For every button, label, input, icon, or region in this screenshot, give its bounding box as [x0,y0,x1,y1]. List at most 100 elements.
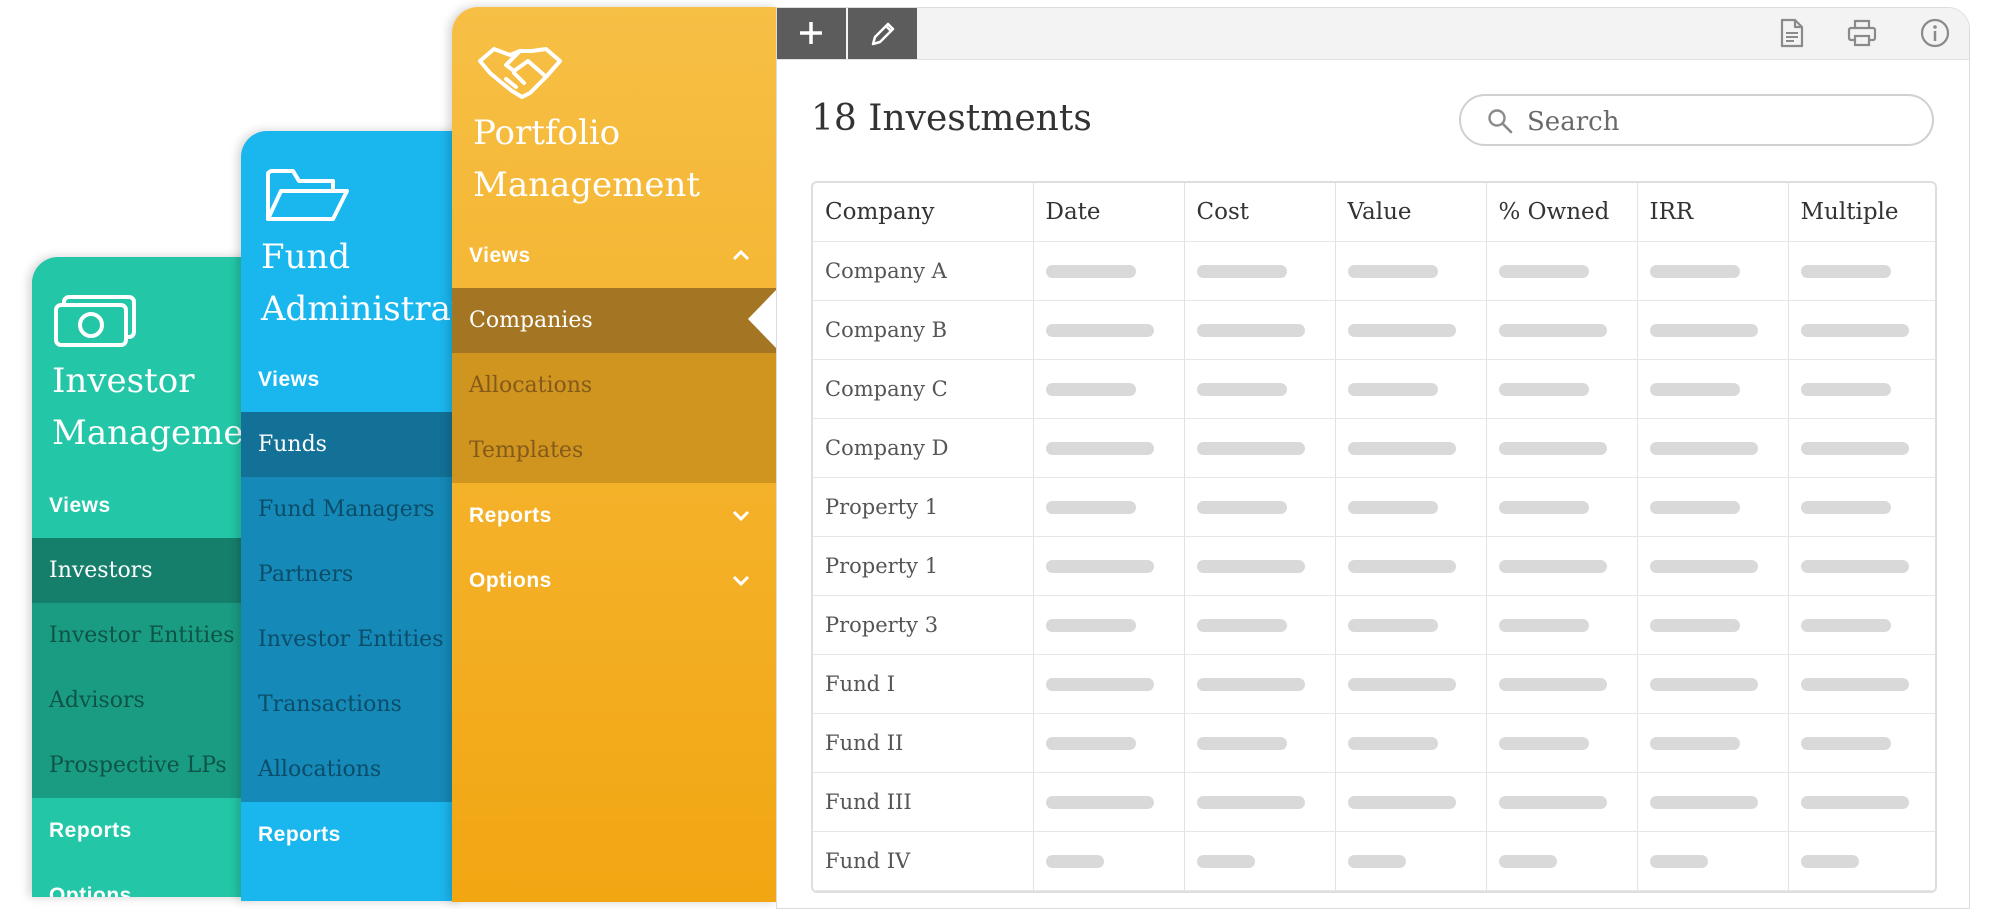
investor-management-panel: Investor Management Views Investors Inve… [32,257,252,897]
reports-header[interactable]: Reports [452,483,776,548]
search-input[interactable] [1525,104,1909,140]
column-header-multiple[interactable]: Multiple [1788,183,1935,242]
loading-placeholder-bar [1347,677,1456,691]
placeholder-cell [1335,241,1487,301]
table-row[interactable]: Fund II [813,713,1935,773]
loading-placeholder-bar [1347,500,1438,514]
options-header[interactable]: Options [452,548,776,613]
placeholder-cell [1486,831,1638,891]
nav-item-companies[interactable]: Companies [452,288,776,353]
nav-item-funds[interactable]: Funds [241,412,461,477]
table-row[interactable]: Company B [813,300,1935,360]
placeholder-cell [1184,241,1336,301]
placeholder-cell [1788,359,1935,419]
placeholder-cell [1184,477,1336,537]
column-header-value[interactable]: Value [1335,183,1487,242]
placeholder-cell [1184,831,1336,891]
handshake-icon [478,47,562,99]
loading-placeholder-bar [1347,559,1456,573]
loading-placeholder-bar [1649,618,1740,632]
loading-placeholder-bar [1045,264,1136,278]
placeholder-cell [1788,536,1935,596]
placeholder-cell [1637,772,1789,832]
column-header-date[interactable]: Date [1033,183,1185,242]
placeholder-cell [1033,300,1185,360]
nav-item-partners[interactable]: Partners [241,542,461,607]
print-icon[interactable] [1847,18,1877,48]
table-row[interactable]: Fund IV [813,831,1935,891]
edit-button[interactable] [848,8,917,59]
company-name-cell: Fund III [813,772,1034,832]
nav-item-allocations[interactable]: Allocations [452,353,776,418]
column-header-cost[interactable]: Cost [1184,183,1336,242]
loading-placeholder-bar [1498,618,1589,632]
views-header[interactable]: Views [241,347,461,412]
company-name-cell: Property 1 [813,477,1034,537]
placeholder-cell [1637,595,1789,655]
info-icon[interactable] [1919,17,1951,49]
placeholder-cell [1486,241,1638,301]
nav-item-advisors[interactable]: Advisors [32,668,252,733]
loading-placeholder-bar [1498,677,1607,691]
placeholder-cell [1335,595,1487,655]
placeholder-cell [1335,300,1487,360]
table-row[interactable]: Property 1 [813,477,1935,537]
main-window: 18 Investments Company Date Cost Value %… [776,7,1970,909]
nav-item-templates[interactable]: Templates [452,418,776,483]
search-box[interactable] [1459,94,1934,146]
placeholder-cell [1788,654,1935,714]
nav-item-investor-entities[interactable]: Investor Entities [32,603,252,668]
loading-placeholder-bar [1347,795,1456,809]
loading-placeholder-bar [1045,500,1136,514]
loading-placeholder-bar [1800,618,1891,632]
loading-placeholder-bar [1498,854,1557,868]
table-header-row: Company Date Cost Value % Owned IRR Mult… [813,183,1935,242]
nav-item-investor-entities[interactable]: Investor Entities [241,607,461,672]
nav-item-fund-managers[interactable]: Fund Managers [241,477,461,542]
table-row[interactable]: Fund III [813,772,1935,832]
nav-item-prospective-lps[interactable]: Prospective LPs [32,733,252,798]
nav-item-transactions[interactable]: Transactions [241,672,461,737]
chevron-down-icon [732,483,750,548]
views-header[interactable]: Views [452,223,776,288]
loading-placeholder-bar [1045,618,1136,632]
column-header-owned[interactable]: % Owned [1486,183,1638,242]
add-button[interactable] [777,8,846,59]
reports-header[interactable]: Reports [241,802,461,867]
placeholder-cell [1486,418,1638,478]
nav-item-investors[interactable]: Investors [32,538,252,603]
table-row[interactable]: Property 1 [813,536,1935,596]
loading-placeholder-bar [1649,323,1758,337]
table-row[interactable]: Fund I [813,654,1935,714]
column-header-irr[interactable]: IRR [1637,183,1789,242]
options-header[interactable]: Options [32,863,252,897]
views-header[interactable]: Views [32,473,252,538]
loading-placeholder-bar [1649,795,1758,809]
loading-placeholder-bar [1800,854,1859,868]
placeholder-cell [1637,713,1789,773]
loading-placeholder-bar [1498,500,1589,514]
loading-placeholder-bar [1800,559,1909,573]
loading-placeholder-bar [1347,441,1456,455]
placeholder-cell [1486,359,1638,419]
loading-placeholder-bar [1196,559,1305,573]
document-icon[interactable] [1780,18,1804,48]
placeholder-cell [1637,241,1789,301]
placeholder-cell [1335,713,1487,773]
loading-placeholder-bar [1649,441,1758,455]
placeholder-cell [1637,536,1789,596]
company-name-cell: Company B [813,300,1034,360]
table-row[interactable]: Company D [813,418,1935,478]
loading-placeholder-bar [1347,618,1438,632]
company-name-cell: Property 1 [813,536,1034,596]
table-row[interactable]: Property 3 [813,595,1935,655]
table-row[interactable]: Company A [813,241,1935,301]
table-row[interactable]: Company C [813,359,1935,419]
nav-item-allocations[interactable]: Allocations [241,737,461,802]
column-header-company[interactable]: Company [813,183,1034,242]
placeholder-cell [1637,300,1789,360]
placeholder-cell [1184,300,1336,360]
loading-placeholder-bar [1196,500,1287,514]
loading-placeholder-bar [1045,441,1154,455]
reports-header[interactable]: Reports [32,798,252,863]
